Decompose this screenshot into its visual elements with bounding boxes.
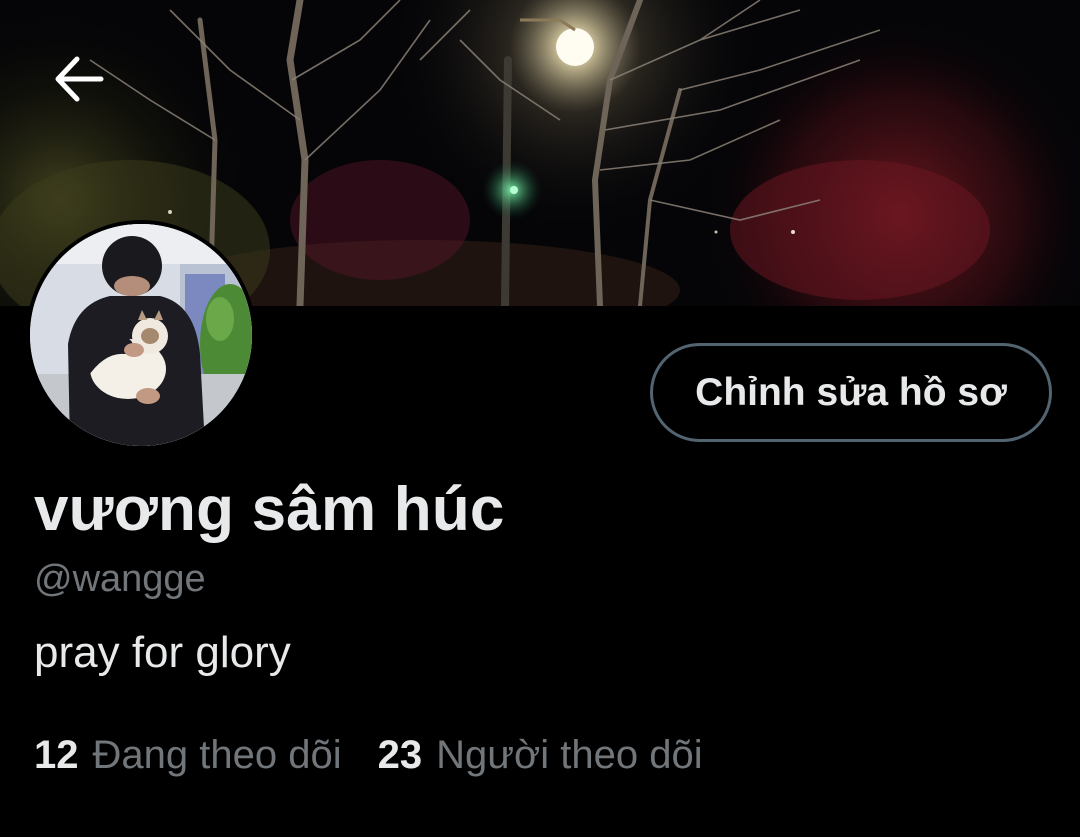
- profile-bio: pray for glory: [34, 628, 291, 677]
- followers-count: 23: [377, 733, 423, 777]
- profile-handle: @wangge: [34, 558, 206, 600]
- follow-stats: 12 Đang theo dõi 23 Người theo dõi: [34, 733, 703, 778]
- following-link[interactable]: 12 Đang theo dõi: [34, 733, 342, 778]
- profile-avatar[interactable]: [26, 220, 256, 450]
- profile-display-name: vương sâm húc: [34, 475, 505, 544]
- followers-link[interactable]: 23 Người theo dõi: [378, 733, 703, 778]
- arrow-left-icon: [55, 56, 104, 102]
- edit-profile-button[interactable]: Chỉnh sửa hồ sơ: [650, 343, 1052, 442]
- followers-label: Người theo dõi: [436, 733, 703, 777]
- following-label: Đang theo dõi: [92, 733, 342, 777]
- following-count: 12: [34, 733, 79, 777]
- avatar-image: [30, 224, 252, 446]
- back-button[interactable]: [42, 42, 116, 116]
